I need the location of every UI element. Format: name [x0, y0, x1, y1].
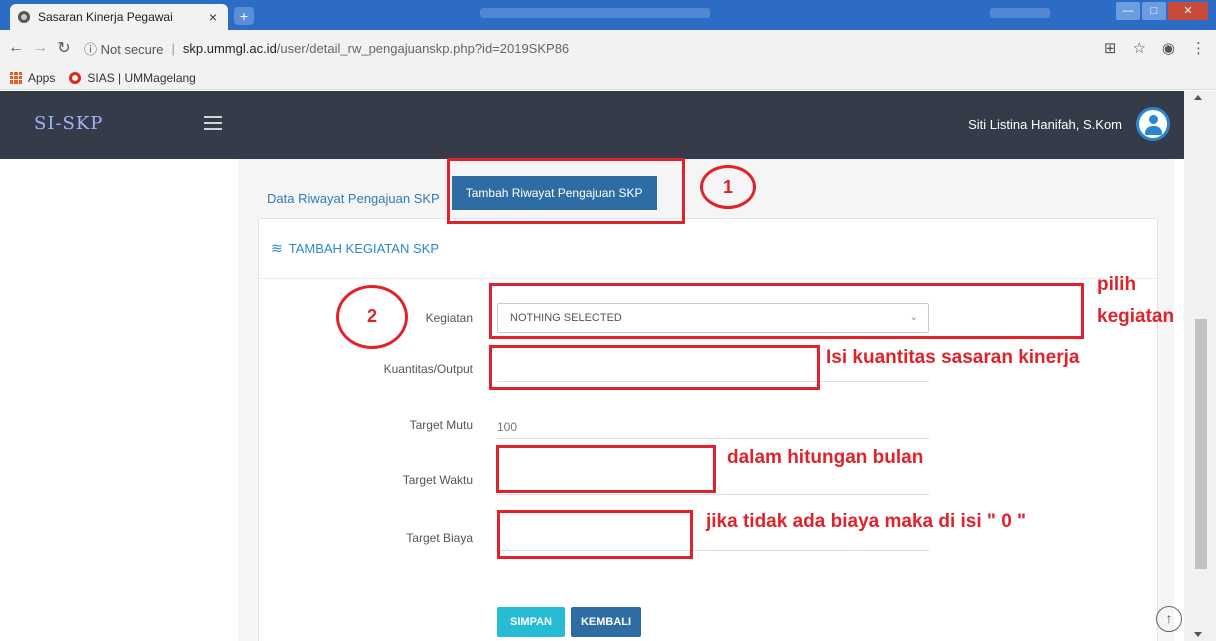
- scroll-up-icon[interactable]: [1194, 95, 1202, 100]
- annotation-box-tab: [447, 158, 685, 224]
- app-navbar: SI-SKP Siti Listina Hanifah, S.Kom: [0, 91, 1184, 159]
- app-logo[interactable]: SI-SKP: [34, 113, 103, 134]
- blurred-window-title: [480, 8, 710, 18]
- annotation-box-biaya: [497, 510, 693, 559]
- browser-toolbar: ← → ↻ ⓘ Not secure | skp.ummgl.ac.id /us…: [0, 30, 1216, 66]
- hamburger-menu-icon[interactable]: [204, 116, 222, 134]
- user-avatar-icon[interactable]: [1136, 107, 1170, 141]
- target-mutu-value: 100: [497, 420, 518, 434]
- close-window-icon[interactable]: ✕: [1168, 2, 1208, 20]
- annotation-box-kuantitas: [489, 345, 820, 390]
- divider: |: [171, 40, 175, 56]
- tab-data-riwayat[interactable]: Data Riwayat Pengajuan SKP: [267, 191, 440, 206]
- bookmarks-bar: Apps SIAS | UMMagelang: [0, 66, 1216, 90]
- browser-titlebar: Sasaran Kinerja Pegawai × + — □ ✕: [0, 0, 1216, 30]
- save-button[interactable]: SIMPAN: [497, 607, 565, 637]
- target-waktu-input[interactable]: [497, 494, 929, 495]
- layers-icon: ≋: [271, 240, 283, 256]
- blurred-window-title: [990, 8, 1050, 18]
- new-tab-button[interactable]: +: [234, 7, 254, 25]
- apps-icon[interactable]: [10, 71, 22, 84]
- not-secure-indicator[interactable]: ⓘ Not secure: [84, 39, 163, 58]
- profile-icon[interactable]: ◉: [1162, 39, 1175, 57]
- browser-tab[interactable]: Sasaran Kinerja Pegawai ×: [10, 4, 228, 30]
- reload-icon[interactable]: ↻: [52, 38, 76, 58]
- bookmark-apps[interactable]: Apps: [28, 71, 55, 85]
- card-header: ≋ TAMBAH KEGIATAN SKP: [259, 219, 1157, 279]
- annotation-step-2: 2: [336, 285, 408, 349]
- screen: Sasaran Kinerja Pegawai × + — □ ✕ ← → ↻ …: [0, 0, 1216, 641]
- page-scrollbar[interactable]: [1184, 91, 1216, 641]
- back-button[interactable]: KEMBALI: [571, 607, 641, 637]
- bookmark-star-icon[interactable]: ☆: [1132, 39, 1145, 57]
- target-mutu-underline: [497, 438, 929, 439]
- translate-icon[interactable]: ⊞: [1104, 39, 1117, 57]
- annotation-text-waktu: dalam hitungan bulan: [727, 447, 924, 468]
- forward-icon[interactable]: →: [28, 39, 52, 57]
- window-controls: — □ ✕: [1114, 2, 1208, 20]
- annotation-box-kegiatan: [489, 283, 1084, 339]
- minimize-icon[interactable]: —: [1116, 2, 1140, 20]
- target-waktu-label: Target Waktu: [402, 473, 473, 487]
- toolbar-actions: ⊞ ☆ ◉ ⋮: [1104, 30, 1206, 66]
- url-path: /user/detail_rw_pengajuanskp.php?id=2019…: [276, 40, 570, 56]
- menu-dots-icon[interactable]: ⋮: [1191, 39, 1206, 57]
- address-bar[interactable]: ⓘ Not secure | skp.ummgl.ac.id /user/det…: [84, 39, 569, 58]
- sias-icon: [69, 71, 82, 84]
- kuantitas-label: Kuantitas/Output: [383, 362, 473, 376]
- scroll-down-icon[interactable]: [1194, 632, 1202, 637]
- scrollbar-thumb[interactable]: [1195, 319, 1207, 569]
- target-mutu-label: Target Mutu: [409, 418, 473, 432]
- favicon-icon: [18, 11, 30, 23]
- annotation-text-kuantitas: Isi kuantitas sasaran kinerja: [826, 347, 1080, 368]
- annotation-box-waktu: [496, 445, 716, 493]
- card-title: TAMBAH KEGIATAN SKP: [288, 241, 439, 256]
- bookmark-sias[interactable]: SIAS | UMMagelang: [87, 71, 196, 85]
- back-icon[interactable]: ←: [4, 39, 28, 57]
- tab-close-icon[interactable]: ×: [206, 9, 220, 25]
- tab-title: Sasaran Kinerja Pegawai: [38, 10, 173, 24]
- maximize-icon[interactable]: □: [1142, 2, 1166, 20]
- annotation-text-kegiatan: kegiatan: [1097, 306, 1175, 327]
- annotation-text-pilih: pilih: [1097, 274, 1137, 295]
- user-name[interactable]: Siti Listina Hanifah, S.Kom: [968, 117, 1122, 132]
- url-host: skp.ummgl.ac.id: [182, 40, 277, 56]
- scroll-to-top-icon[interactable]: ↑: [1156, 606, 1182, 632]
- annotation-step-1: 1: [700, 165, 756, 209]
- target-biaya-label: Target Biaya: [406, 531, 473, 545]
- annotation-text-biaya: jika tidak ada biaya maka di isi " 0 ": [706, 511, 1027, 532]
